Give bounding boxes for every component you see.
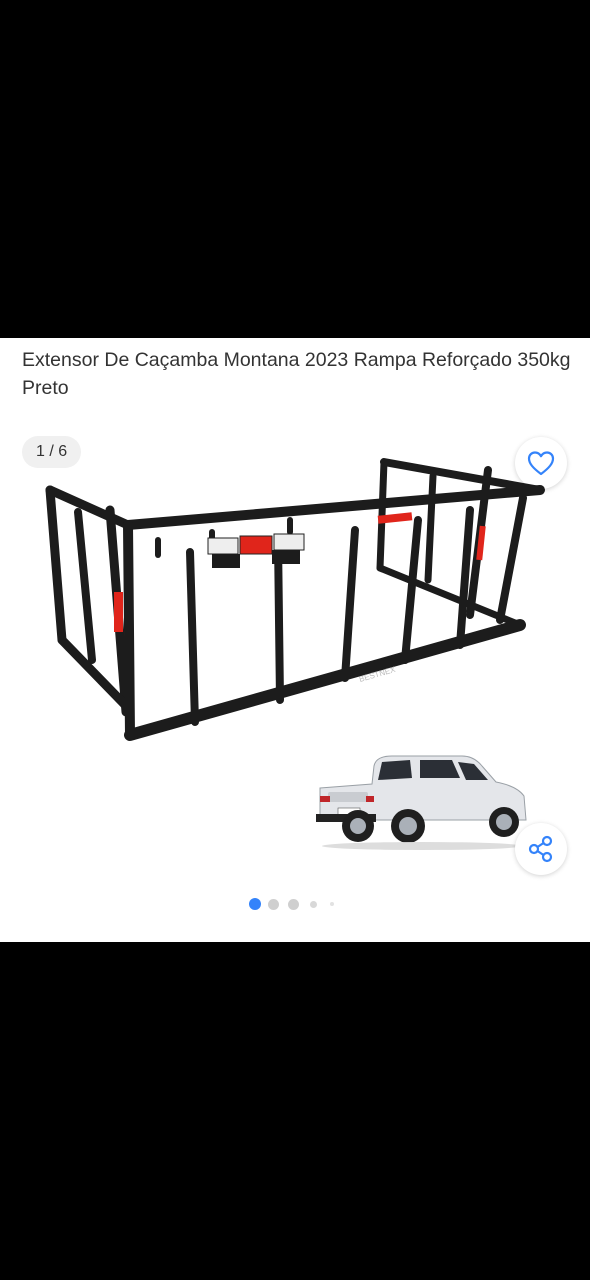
pagination-dot[interactable]: [288, 899, 299, 910]
truck-thumbnail-image: [316, 755, 527, 850]
product-card: Extensor De Caçamba Montana 2023 Rampa R…: [0, 338, 590, 942]
product-image-bed-extender[interactable]: BESTNEX: [40, 450, 550, 755]
carousel-pagination: [0, 896, 590, 912]
plate-light-bracket: [207, 533, 305, 568]
top-black-area: [0, 0, 590, 338]
pagination-dot[interactable]: [330, 902, 334, 906]
pagination-dot[interactable]: [268, 899, 279, 910]
pagination-dot[interactable]: [310, 901, 317, 908]
side-reflector: [114, 592, 123, 632]
share-icon: [528, 835, 553, 863]
pagination-dot-active[interactable]: [249, 898, 261, 910]
share-button[interactable]: [515, 823, 567, 875]
product-title: Extensor De Caçamba Montana 2023 Rampa R…: [22, 349, 571, 399]
bottom-black-area: [0, 942, 590, 1280]
